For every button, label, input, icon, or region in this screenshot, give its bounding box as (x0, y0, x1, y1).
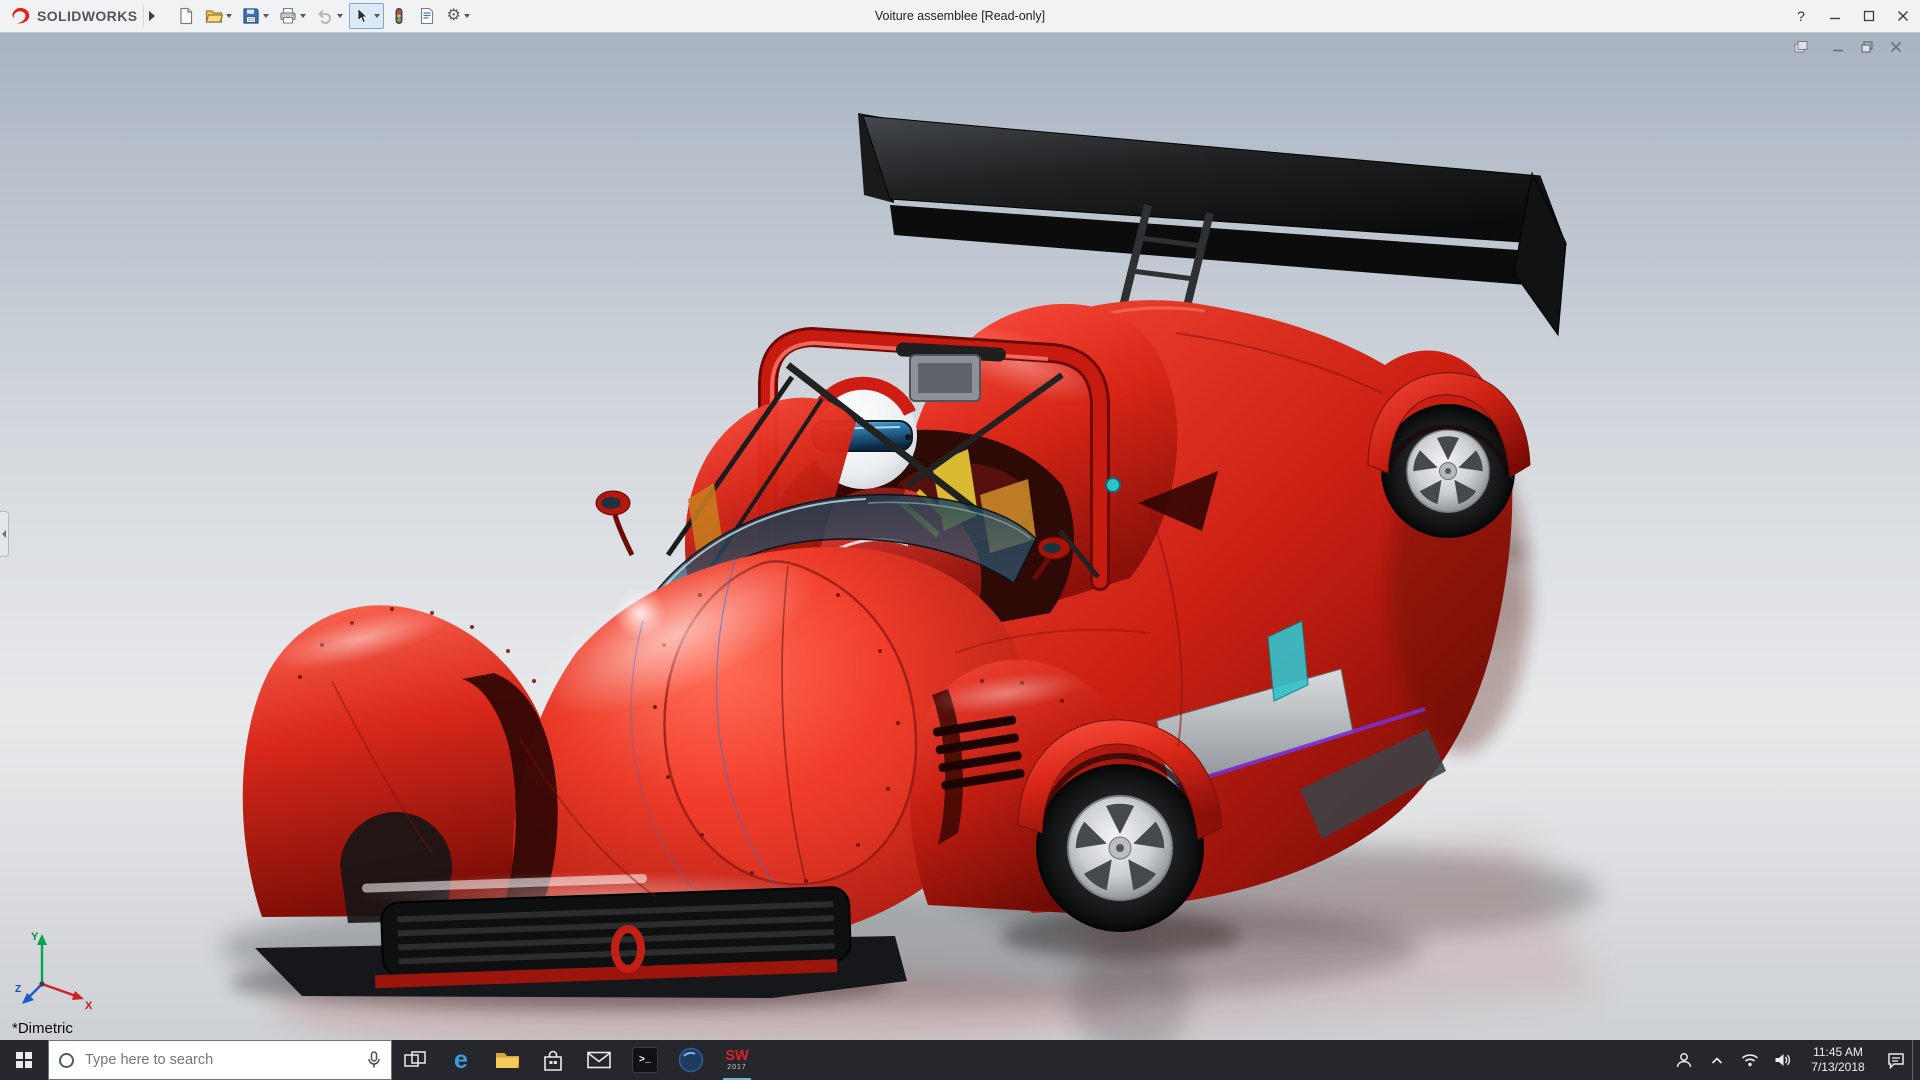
maximize-button[interactable] (1852, 0, 1886, 32)
new-document-icon (180, 7, 193, 25)
clock-time: 11:45 AM (1813, 1045, 1863, 1059)
close-icon (1898, 11, 1908, 21)
triad-z-label: Z (15, 984, 21, 995)
console-icon: >_ (632, 1047, 658, 1073)
document-restore-button[interactable] (1857, 38, 1877, 56)
open-button[interactable] (201, 3, 236, 29)
ds-logo-icon (12, 7, 30, 24)
file-explorer-taskbar-button[interactable] (484, 1040, 530, 1080)
store-bag-icon (544, 1050, 562, 1071)
start-button[interactable] (0, 1040, 48, 1080)
taskbar-clock[interactable]: 11:45 AM 7/13/2018 (1799, 1045, 1879, 1075)
maximize-icon (1863, 10, 1875, 22)
print-button[interactable] (275, 3, 310, 29)
edge-taskbar-button[interactable]: e (438, 1040, 484, 1080)
document-cascade-button[interactable] (1791, 38, 1811, 56)
featuremanager-collapse-tab[interactable] (0, 511, 9, 557)
cascade-icon (1794, 41, 1808, 53)
speaker-icon (1775, 1054, 1790, 1066)
undo-button[interactable] (312, 3, 347, 29)
print-icon (280, 8, 296, 24)
search-input[interactable] (83, 1051, 358, 1069)
select-button[interactable] (349, 3, 385, 29)
window-title: Voiture assemblee [Read-only] (874, 9, 1046, 23)
save-dropdown-caret[interactable] (263, 14, 270, 18)
open-dropdown-caret[interactable] (226, 14, 233, 18)
edge-icon: e (454, 1045, 468, 1074)
document-window-controls (1791, 38, 1906, 56)
orientation-triad: Y X Z (15, 931, 93, 1012)
doc-minimize-icon (1833, 49, 1843, 52)
flyout-arrow-icon (148, 11, 155, 21)
solidworks-logo: SOLIDWORKS (0, 6, 143, 26)
network-wifi-icon (1741, 1054, 1758, 1067)
title-bar: SOLIDWORKS ⚙ Voiture assemblee [Read-onl… (0, 0, 1920, 33)
store-taskbar-button[interactable] (530, 1040, 576, 1080)
task-view-icon (404, 1051, 426, 1067)
brand-wordmark: SOLIDWORKS (37, 8, 138, 24)
collapse-arrow-icon (2, 530, 6, 538)
minimize-icon (1830, 17, 1840, 20)
blue-sphere-app-button[interactable] (668, 1040, 714, 1080)
select-dropdown-caret[interactable] (374, 14, 381, 18)
show-desktop-button[interactable] (1912, 1040, 1920, 1080)
console-taskbar-button[interactable]: >_ (622, 1040, 668, 1080)
windows-taskbar: e >_ (0, 1040, 1920, 1080)
doc-close-icon (1890, 41, 1902, 53)
taskbar-search[interactable] (48, 1040, 392, 1080)
file-properties-icon (421, 7, 434, 25)
window-controls: ? (1784, 0, 1920, 32)
graphics-area: Y X Z *Dimetric (0, 33, 1920, 1040)
new-document-button[interactable] (173, 3, 199, 29)
system-tray: 11:45 AM 7/13/2018 (1667, 1040, 1920, 1080)
windows-logo-icon (15, 1051, 33, 1069)
close-button[interactable] (1886, 0, 1920, 32)
task-view-button[interactable] (392, 1040, 438, 1080)
rebuild-traffic-light-icon (395, 8, 403, 24)
solidworks-app-icon: SW 2017 (725, 1047, 749, 1072)
triad-y-label: Y (31, 931, 39, 943)
volume-button[interactable] (1766, 1040, 1799, 1080)
view-orientation-label: *Dimetric (12, 1020, 73, 1037)
minimize-button[interactable] (1818, 0, 1852, 32)
cortana-icon (59, 1052, 74, 1068)
save-icon (243, 8, 260, 24)
people-button[interactable] (1667, 1040, 1700, 1080)
undo-dropdown-caret[interactable] (337, 14, 344, 18)
select-cursor-icon (358, 7, 369, 23)
file-properties-button[interactable] (414, 3, 440, 29)
hidden-icons-button[interactable] (1700, 1040, 1733, 1080)
action-center-button[interactable] (1879, 1040, 1912, 1080)
file-explorer-icon (495, 1053, 519, 1068)
gear-icon: ⚙ (446, 7, 461, 24)
mail-icon (587, 1051, 611, 1069)
chevron-up-icon (1711, 1056, 1722, 1064)
action-center-icon (1887, 1052, 1904, 1069)
solidworks-taskbar-button[interactable]: SW 2017 (714, 1040, 760, 1080)
mail-taskbar-button[interactable] (576, 1040, 622, 1080)
print-dropdown-caret[interactable] (300, 14, 307, 18)
blue-sphere-app-icon (678, 1047, 704, 1073)
triad-x-label: X (85, 1000, 93, 1012)
rebuild-button[interactable] (386, 3, 412, 29)
options-button[interactable]: ⚙ (442, 3, 473, 29)
undo-icon (318, 9, 332, 24)
people-icon (1676, 1053, 1691, 1068)
open-folder-icon (206, 10, 224, 23)
clock-date: 7/13/2018 (1811, 1060, 1865, 1074)
network-button[interactable] (1733, 1040, 1766, 1080)
quick-access-toolbar: ⚙ (173, 3, 473, 29)
document-close-button[interactable] (1886, 38, 1906, 56)
doc-restore-icon (1861, 41, 1873, 53)
3d-viewport-canvas[interactable] (0, 33, 1920, 1040)
help-button[interactable]: ? (1784, 0, 1818, 32)
document-minimize-button[interactable] (1828, 38, 1848, 56)
menu-flyout-button[interactable] (143, 5, 159, 27)
save-button[interactable] (238, 3, 273, 29)
microphone-icon[interactable] (367, 1051, 381, 1069)
solidworks-window: SOLIDWORKS ⚙ Voiture assemblee [Read-onl… (0, 0, 1920, 1080)
options-dropdown-caret[interactable] (463, 14, 470, 18)
